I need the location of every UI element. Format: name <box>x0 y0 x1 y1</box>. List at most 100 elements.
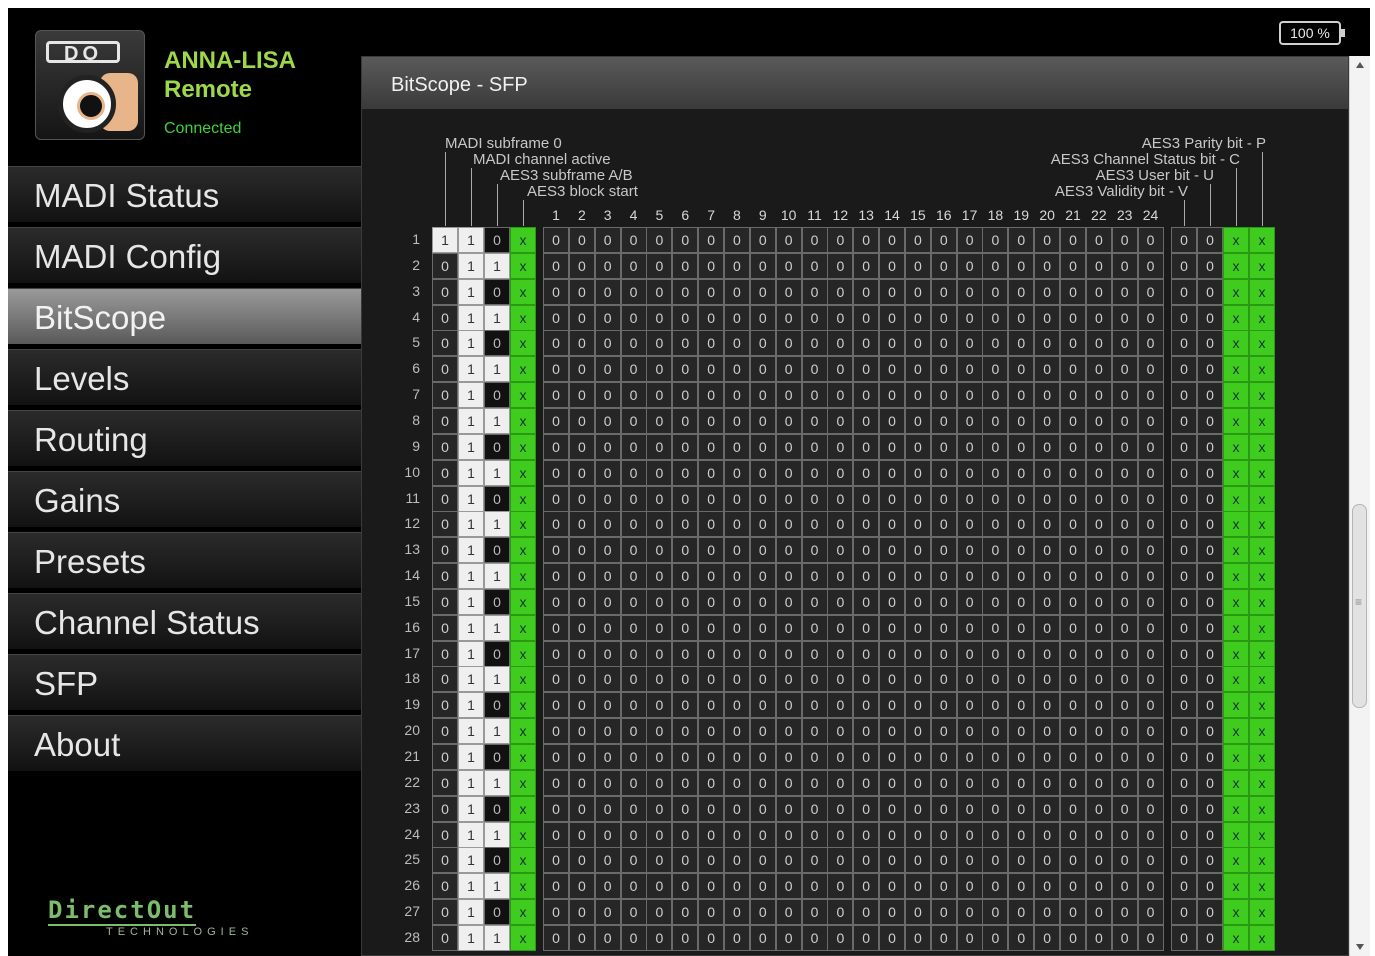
header-bit-cell: 0 <box>432 640 458 667</box>
header-bit-cell: 0 <box>432 899 458 926</box>
audio-bit-cell: 0 <box>672 407 699 434</box>
audio-bit-cell: 0 <box>827 924 854 951</box>
scroll-thumb[interactable] <box>1352 504 1367 708</box>
audio-bit-cell: 0 <box>594 588 621 615</box>
header-bit-cell: 1 <box>484 821 510 848</box>
nav-item-madi-config[interactable]: MADI Config <box>8 227 361 284</box>
audio-bit-cell: 0 <box>1111 511 1138 538</box>
brand-logo: DirectOut TECHNOLOGIES <box>48 898 268 938</box>
audio-bit-cell: 0 <box>982 666 1009 693</box>
nav-item-levels[interactable]: Levels <box>8 349 361 406</box>
audio-bit-cell: 0 <box>1034 821 1061 848</box>
audio-bit-cell: 0 <box>1034 330 1061 357</box>
audio-bit-cell: 0 <box>568 485 595 512</box>
audio-bit-cell: 0 <box>904 795 931 822</box>
audio-bit-cell: 0 <box>1111 252 1138 279</box>
audio-bit-cell: 0 <box>1034 563 1061 590</box>
header-bit-cell: 0 <box>432 588 458 615</box>
audio-bit-cell: 0 <box>698 744 725 770</box>
audio-bit-cell: 0 <box>1137 821 1164 848</box>
nav-item-routing[interactable]: Routing <box>8 410 361 467</box>
header-bit-cell: x <box>510 873 536 900</box>
audio-bit-cell: 0 <box>930 330 957 357</box>
audio-bit-cell: 0 <box>982 614 1009 641</box>
audio-bit-cell: 0 <box>1034 433 1061 460</box>
audio-bit-cell: 0 <box>879 847 906 874</box>
v-bit-cell: 0 <box>1171 278 1197 305</box>
audio-bit-cell: 0 <box>698 407 725 434</box>
nav-item-sfp[interactable]: SFP <box>8 654 361 711</box>
audio-bit-cell: 0 <box>568 382 595 409</box>
header-bit-cell: x <box>510 795 536 822</box>
header-bit-cell: x <box>510 356 536 383</box>
audio-bit-cell: 0 <box>904 356 931 383</box>
audio-bit-cell: 0 <box>1111 769 1138 796</box>
nav-item-presets[interactable]: Presets <box>8 532 361 589</box>
nav-item-bitscope[interactable]: BitScope <box>8 288 361 345</box>
nav-item-madi-status[interactable]: MADI Status <box>8 166 361 223</box>
audio-bit-cell: 0 <box>568 433 595 460</box>
audio-bit-cell: 0 <box>594 640 621 667</box>
audio-bit-cell: 0 <box>672 588 699 615</box>
audio-bit-cell: 0 <box>723 614 750 641</box>
scroll-down-arrow-icon[interactable] <box>1356 944 1364 950</box>
audio-bit-cell: 0 <box>672 873 699 900</box>
audio-bit-cell: 0 <box>568 795 595 822</box>
audio-bit-cell: 0 <box>956 873 983 900</box>
audio-bit-cell: 0 <box>723 433 750 460</box>
audio-bit-cell: 0 <box>982 847 1009 874</box>
audio-bit-cell: 0 <box>956 278 983 305</box>
audio-bit-cell: 0 <box>853 666 880 693</box>
audio-bit-cell: 0 <box>930 640 957 667</box>
header-bit-cell: 1 <box>484 924 510 951</box>
header-bit-cell: 1 <box>484 459 510 486</box>
nav-item-channel-status[interactable]: Channel Status <box>8 593 361 650</box>
audio-bit-cell: 0 <box>1034 407 1061 434</box>
audio-bit-cell: 0 <box>620 382 647 409</box>
p-bit-cell: x <box>1249 459 1275 486</box>
audio-bit-cell: 0 <box>801 873 828 900</box>
c-bit-cell: x <box>1223 692 1249 719</box>
audio-bit-cell: 0 <box>568 278 595 305</box>
v-bit-cell: 0 <box>1171 407 1197 434</box>
header-bit-cell: x <box>510 537 536 564</box>
audio-bit-cell: 0 <box>749 382 776 409</box>
audio-bit-cell: 0 <box>1085 718 1112 745</box>
audio-bit-cell: 0 <box>646 718 673 745</box>
audio-bit-cell: 0 <box>1060 304 1086 331</box>
audio-bit-cell: 0 <box>1008 537 1035 564</box>
c-bit-cell: x <box>1223 382 1249 409</box>
audio-bit-cell: 0 <box>1085 614 1112 641</box>
header-bit-cell: 1 <box>458 563 484 590</box>
header-bit-cell: 1 <box>458 304 484 331</box>
audio-bit-cell: 0 <box>620 537 647 564</box>
audio-bit-cell: 0 <box>568 692 595 719</box>
audio-bit-cell: 0 <box>879 459 906 486</box>
nav-item-gains[interactable]: Gains <box>8 471 361 528</box>
audio-bit-cell: 0 <box>1060 821 1086 848</box>
header-bit-cell: x <box>510 563 536 590</box>
audio-bit-cell: 0 <box>1008 899 1035 926</box>
header-bit-cell: 0 <box>432 407 458 434</box>
scroll-up-arrow-icon[interactable] <box>1356 62 1364 68</box>
scrollbar[interactable] <box>1349 56 1370 956</box>
nav-item-about[interactable]: About <box>8 715 361 772</box>
v-bit-cell: 0 <box>1171 821 1197 848</box>
c-bit-cell: x <box>1223 640 1249 667</box>
audio-bit-cell: 0 <box>879 614 906 641</box>
audio-bit-cell: 0 <box>879 924 906 951</box>
label-right-3: AES3 Validity bit - V <box>1054 183 1188 200</box>
audio-bit-cell: 0 <box>775 795 802 822</box>
audio-bit-cell: 0 <box>1060 924 1086 951</box>
audio-bit-cell: 0 <box>723 640 750 667</box>
p-bit-cell: x <box>1249 537 1275 564</box>
audio-bit-cell: 0 <box>904 227 931 253</box>
audio-bit-cell: 0 <box>568 718 595 745</box>
audio-bit-cell: 0 <box>853 330 880 357</box>
audio-bit-cell: 0 <box>620 666 647 693</box>
audio-bit-cell: 0 <box>930 847 957 874</box>
audio-bit-cell: 0 <box>956 924 983 951</box>
audio-bit-cell: 0 <box>749 278 776 305</box>
bit-column-3: 3 <box>603 207 612 223</box>
audio-bit-cell: 0 <box>1085 304 1112 331</box>
